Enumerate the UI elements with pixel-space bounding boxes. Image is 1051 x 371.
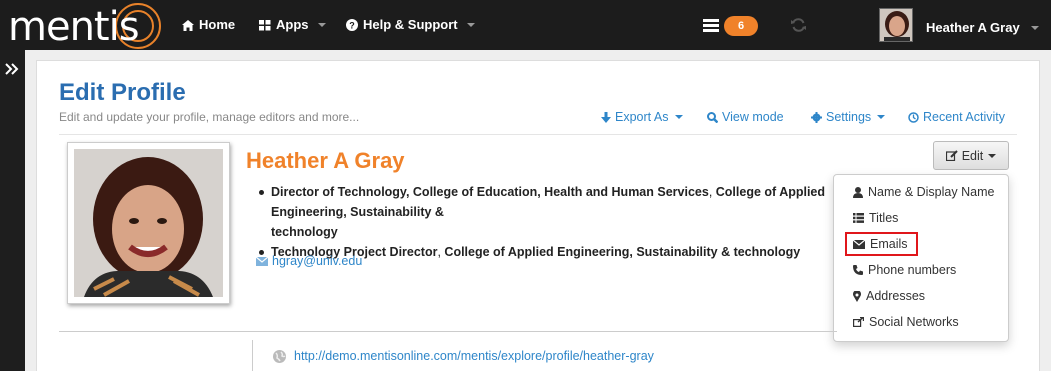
title-role: Director of Technology, College of Educa… bbox=[271, 185, 709, 199]
user-icon bbox=[853, 186, 863, 198]
email-text: hgray@univ.edu bbox=[272, 254, 363, 268]
menu-item-name-display-name[interactable]: Name & Display Name bbox=[853, 185, 994, 199]
refresh-icon[interactable] bbox=[791, 18, 806, 32]
apps-grid-icon bbox=[259, 19, 271, 30]
menu-item-addresses[interactable]: Addresses bbox=[853, 289, 925, 303]
section-divider bbox=[59, 331, 837, 332]
profile-photo[interactable] bbox=[67, 142, 230, 304]
user-menu-chevron-icon[interactable] bbox=[1031, 26, 1039, 30]
arrow-down-icon bbox=[601, 111, 611, 123]
double-chevron-right-icon[interactable] bbox=[5, 62, 19, 76]
menu-item-label: Social Networks bbox=[869, 315, 959, 329]
menu-item-label: Addresses bbox=[866, 289, 926, 303]
header-divider bbox=[59, 134, 1017, 135]
mentis-logo[interactable]: mentis bbox=[8, 3, 168, 49]
nav-apps-label: Apps bbox=[276, 17, 309, 32]
home-icon bbox=[182, 19, 194, 31]
profile-url-text: http://demo.mentisonline.com/mentis/expl… bbox=[294, 349, 654, 363]
share-icon bbox=[853, 317, 864, 327]
tasks-list-icon[interactable] bbox=[703, 19, 719, 32]
export-as-button[interactable]: Export As bbox=[601, 110, 683, 124]
menu-item-label: Name & Display Name bbox=[868, 185, 995, 199]
nav-help-support[interactable]: ? Help & Support bbox=[346, 0, 475, 50]
side-strip bbox=[0, 50, 25, 371]
view-mode-button[interactable]: View mode bbox=[707, 110, 784, 124]
nav-home-label: Home bbox=[199, 17, 236, 32]
user-avatar[interactable] bbox=[879, 8, 913, 42]
map-marker-icon bbox=[853, 290, 861, 302]
svg-text:?: ? bbox=[349, 21, 355, 31]
nav-help-label: Help & Support bbox=[363, 17, 458, 32]
profile-url-link[interactable]: http://demo.mentisonline.com/mentis/expl… bbox=[273, 349, 654, 363]
user-name[interactable]: Heather A Gray bbox=[926, 0, 1020, 55]
gear-icon bbox=[811, 111, 822, 123]
settings-button[interactable]: Settings bbox=[811, 110, 886, 124]
edit-icon bbox=[945, 150, 958, 161]
title-org: College of Applied Engineering, Sustaina… bbox=[444, 245, 801, 259]
profile-photo-image bbox=[74, 149, 223, 297]
view-mode-label: View mode bbox=[722, 110, 784, 124]
zoom-icon bbox=[707, 111, 718, 123]
edit-dropdown-button[interactable]: Edit bbox=[933, 141, 1009, 170]
nav-home[interactable]: Home bbox=[182, 0, 235, 50]
menu-item-social-networks[interactable]: Social Networks bbox=[853, 315, 959, 329]
list-icon bbox=[853, 213, 864, 223]
title-item: Director of Technology, College of Educa… bbox=[256, 182, 846, 242]
question-circle-icon: ? bbox=[346, 19, 358, 31]
notification-badge[interactable]: 6 bbox=[724, 16, 758, 36]
emails-highlight-box bbox=[845, 232, 918, 256]
titles-list: Director of Technology, College of Educa… bbox=[256, 182, 846, 262]
profile-name: Heather A Gray bbox=[246, 148, 405, 173]
chevron-down-icon bbox=[988, 153, 997, 158]
top-navbar: mentis Home Apps ? Help & Support 6 Heat… bbox=[0, 0, 1051, 50]
chevron-down-icon bbox=[466, 23, 475, 27]
export-as-label: Export As bbox=[615, 110, 669, 124]
logo-text: mentis bbox=[8, 4, 140, 50]
edit-dropdown-menu: Name & Display Name Titles Emails Phone … bbox=[833, 174, 1009, 342]
page-title: Edit Profile bbox=[59, 79, 186, 106]
email-link[interactable]: hgray@univ.edu bbox=[256, 254, 362, 268]
title-org-continuation: technology bbox=[271, 225, 338, 239]
recent-activity-button[interactable]: Recent Activity bbox=[908, 110, 1005, 124]
nav-apps[interactable]: Apps bbox=[259, 0, 326, 50]
page-subtitle: Edit and update your profile, manage edi… bbox=[59, 110, 360, 124]
envelope-icon bbox=[256, 256, 268, 266]
phone-icon bbox=[853, 265, 863, 275]
menu-item-label: Titles bbox=[869, 211, 899, 225]
menu-item-phone-numbers[interactable]: Phone numbers bbox=[853, 263, 956, 277]
menu-item-label: Phone numbers bbox=[868, 263, 957, 277]
recent-activity-label: Recent Activity bbox=[923, 110, 1005, 124]
globe-icon bbox=[273, 349, 286, 363]
url-row-separator bbox=[252, 340, 253, 371]
chevron-down-icon bbox=[877, 115, 886, 119]
edit-label: Edit bbox=[961, 148, 984, 163]
settings-label: Settings bbox=[826, 110, 872, 124]
menu-item-titles[interactable]: Titles bbox=[853, 211, 898, 225]
chevron-down-icon bbox=[317, 23, 326, 27]
chevron-down-icon bbox=[674, 115, 683, 119]
clock-icon bbox=[908, 111, 919, 123]
